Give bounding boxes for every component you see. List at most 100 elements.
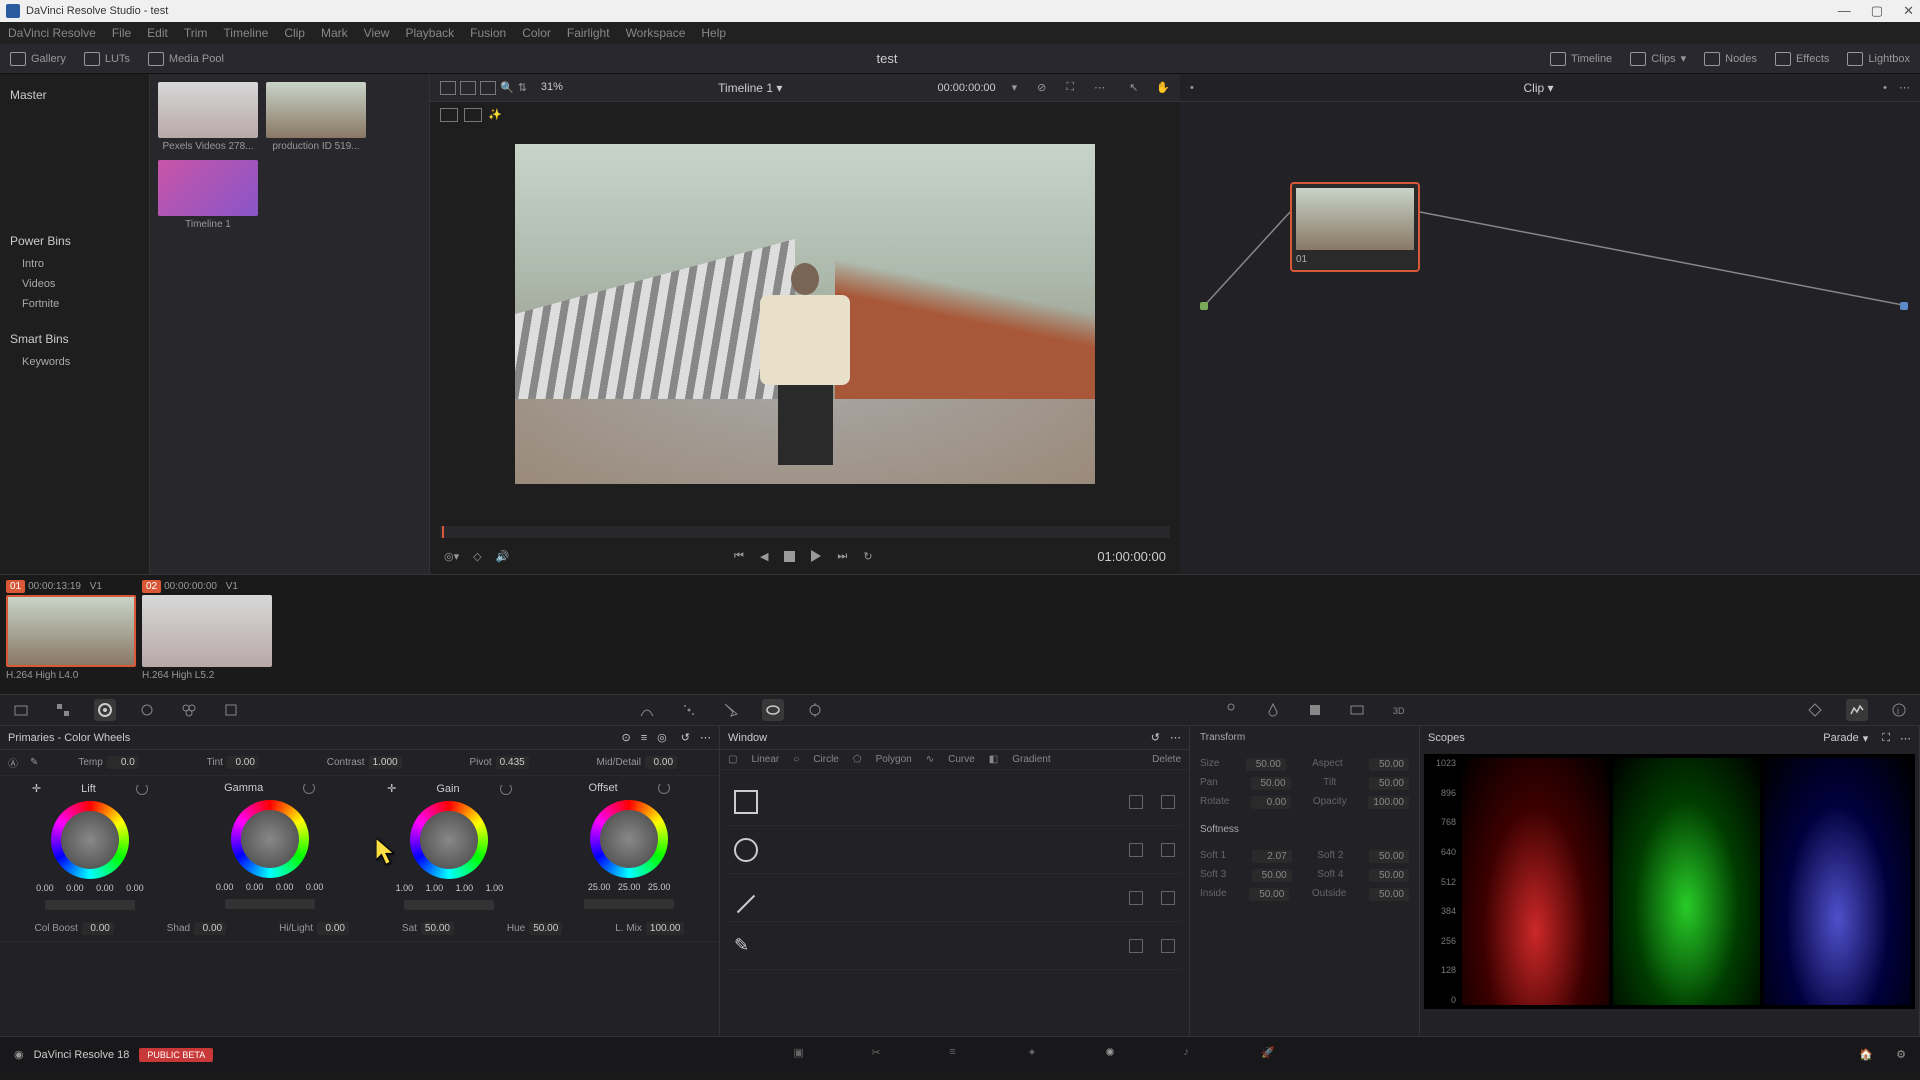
window-options-icon[interactable]: ⋯ (1170, 731, 1181, 744)
delete-button[interactable]: Delete (1152, 754, 1181, 765)
prev-clip-button[interactable]: ⏮ (734, 550, 744, 563)
luts-button[interactable]: LUTs (84, 52, 130, 66)
settings-icon[interactable]: ⚙ (1896, 1049, 1906, 1061)
view-mode-icon[interactable] (440, 81, 456, 95)
lift-slider[interactable] (45, 900, 135, 910)
gradient-tool-icon[interactable]: ◧ (989, 754, 998, 765)
scopes-icon[interactable] (1846, 699, 1868, 721)
hilight-input[interactable]: 0.00 (317, 922, 349, 935)
motion-icon[interactable] (220, 699, 242, 721)
menu-mark[interactable]: Mark (321, 26, 348, 40)
shape-mask-icon[interactable] (1129, 795, 1143, 809)
menu-timeline[interactable]: Timeline (223, 26, 268, 40)
timeline-thumb[interactable]: Timeline 1 (158, 160, 258, 230)
fusion-page-icon[interactable]: ✦ (1027, 1046, 1045, 1064)
menu-trim[interactable]: Trim (184, 26, 208, 40)
color-page-icon[interactable]: ✺ (1105, 1046, 1123, 1064)
tilt-input[interactable]: 50.00 (1369, 777, 1409, 790)
gain-picker-icon[interactable]: ✛ (387, 782, 396, 795)
viewer-scrubber[interactable] (440, 526, 1170, 538)
gradient-tab[interactable]: Gradient (1012, 754, 1050, 765)
menu-clip[interactable]: Clip (284, 26, 305, 40)
viewer-timecode-top[interactable]: 00:00:00:00 (938, 82, 996, 94)
temp-input[interactable]: 0.0 (107, 756, 139, 769)
scopes-options-icon[interactable]: ⋯ (1900, 732, 1911, 745)
rgb-mixer-icon[interactable] (178, 699, 200, 721)
log-tab-icon[interactable]: ◎ (657, 731, 667, 744)
blur-icon[interactable] (1262, 699, 1284, 721)
clip-thumb-2[interactable]: production ID 519... (266, 82, 366, 152)
menu-fairlight[interactable]: Fairlight (567, 26, 610, 40)
contrast-input[interactable]: 1.000 (369, 756, 402, 769)
primaries-options-icon[interactable]: ⋯ (700, 731, 711, 744)
clips-button[interactable]: Clips ▾ (1630, 52, 1686, 66)
lift-reset-icon[interactable] (136, 783, 148, 795)
window-reset-icon[interactable]: ↺ (1151, 731, 1160, 744)
menu-view[interactable]: View (364, 26, 390, 40)
outside-input[interactable]: 50.00 (1369, 888, 1409, 901)
gamma-wheel[interactable] (231, 800, 309, 878)
step-back-button[interactable]: ◀ (760, 550, 768, 563)
bin-keywords[interactable]: Keywords (0, 352, 149, 372)
polygon-tool-icon[interactable]: ⬠ (853, 754, 862, 765)
nodes-button[interactable]: Nodes (1704, 52, 1757, 66)
shape-invert-icon[interactable] (1161, 795, 1175, 809)
media-page-icon[interactable]: ▣ (793, 1046, 811, 1064)
menu-color[interactable]: Color (522, 26, 551, 40)
offset-slider[interactable] (584, 899, 674, 909)
minimize-button[interactable]: — (1838, 3, 1851, 19)
split-icon[interactable] (464, 108, 482, 122)
lift-wheel[interactable] (51, 801, 129, 879)
sort-icon[interactable]: ⇅ (518, 81, 527, 95)
arrow-tool-icon[interactable]: ↖ (1129, 81, 1138, 94)
node-input-icon[interactable] (1200, 302, 1208, 310)
cut-page-icon[interactable]: ✂ (871, 1046, 889, 1064)
gallery-button[interactable]: Gallery (10, 52, 66, 66)
lightbox-button[interactable]: Lightbox (1847, 52, 1910, 66)
gamma-reset-icon[interactable] (303, 782, 315, 794)
gain-slider[interactable] (404, 900, 494, 910)
menu-edit[interactable]: Edit (147, 26, 168, 40)
stop-button[interactable] (784, 551, 795, 562)
sizing-icon[interactable] (1346, 699, 1368, 721)
auto-balance-icon[interactable]: Ⓐ (8, 755, 18, 770)
qualifier-icon[interactable] (720, 699, 742, 721)
master-bin[interactable]: Master (0, 82, 149, 108)
zoom-level[interactable]: 31% (541, 81, 563, 95)
linear-tab[interactable]: Linear (751, 754, 779, 765)
primaries-reset-icon[interactable]: ↺ (681, 731, 690, 744)
tracker-icon[interactable] (804, 699, 826, 721)
polygon-tab[interactable]: Polygon (876, 754, 912, 765)
size-input[interactable]: 50.00 (1246, 758, 1286, 771)
curves-icon[interactable] (636, 699, 658, 721)
node-01[interactable]: 01 (1290, 182, 1420, 272)
node-output-icon[interactable] (1900, 302, 1908, 310)
curve-tab[interactable]: Curve (948, 754, 975, 765)
shape-row-rect[interactable] (728, 778, 1181, 826)
maximize-button[interactable]: ▢ (1871, 3, 1883, 19)
aspect-input[interactable]: 50.00 (1369, 758, 1409, 771)
inside-input[interactable]: 50.00 (1249, 888, 1289, 901)
info-icon[interactable]: i (1888, 699, 1910, 721)
wipe-icon[interactable]: ◎▾ (444, 550, 459, 563)
magic-icon[interactable]: ✨ (488, 108, 502, 122)
opacity-input[interactable]: 100.00 (1368, 796, 1409, 809)
scopes-expand-icon[interactable]: ⛶ (1882, 732, 1890, 745)
node-options-icon[interactable]: ⋯ (1899, 81, 1910, 94)
node-canvas[interactable]: 01 (1180, 102, 1920, 572)
timeline-clip-01[interactable]: 0100:00:13:19 V1 H.264 High L4.0 (6, 581, 136, 688)
keyframe-icon[interactable] (1804, 699, 1826, 721)
tint-input[interactable]: 0.00 (227, 756, 259, 769)
list-icon[interactable] (480, 81, 496, 95)
bin-intro[interactable]: Intro (0, 254, 149, 274)
viewer-title[interactable]: Timeline 1 (718, 81, 773, 95)
loop-button[interactable]: ↻ (863, 550, 872, 563)
offset-wheel[interactable] (590, 800, 668, 878)
shape-row-circle[interactable] (728, 826, 1181, 874)
gain-wheel[interactable] (410, 801, 488, 879)
magic-mask-icon[interactable] (1220, 699, 1242, 721)
bin-fortnite[interactable]: Fortnite (0, 294, 149, 314)
menu-workspace[interactable]: Workspace (626, 26, 686, 40)
grid-icon[interactable] (460, 81, 476, 95)
pivot-input[interactable]: 0.435 (496, 756, 529, 769)
